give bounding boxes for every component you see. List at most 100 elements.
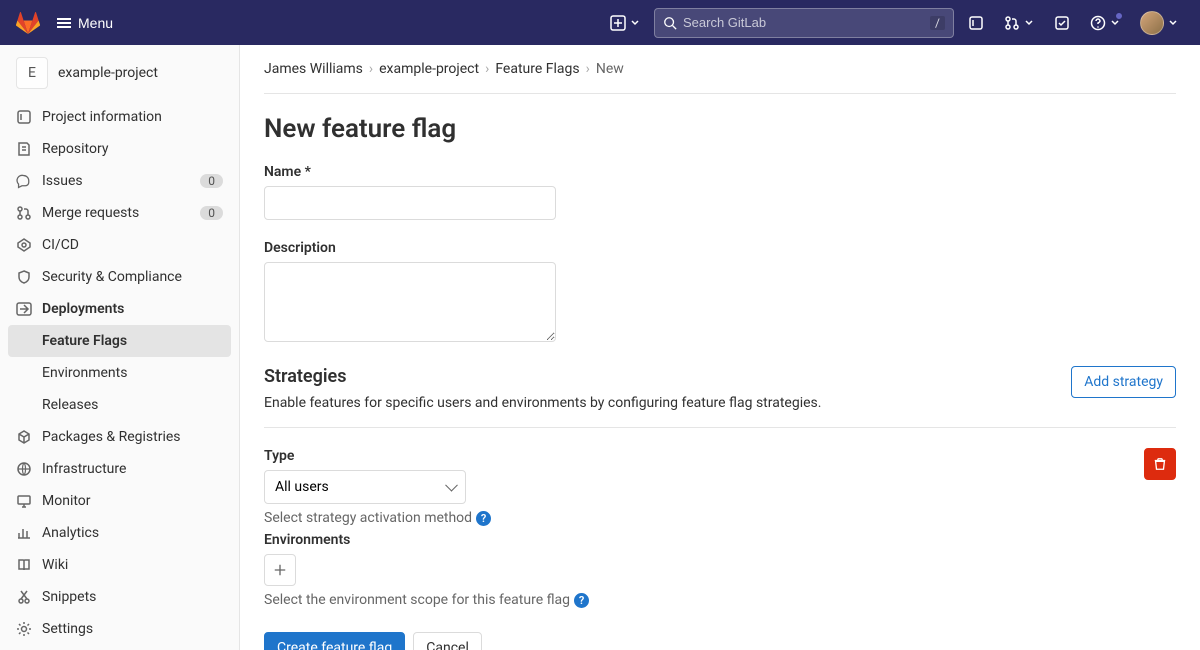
notification-dot	[1115, 12, 1123, 20]
name-input[interactable]	[264, 186, 556, 220]
sidebar-item-label: Security & Compliance	[42, 269, 223, 285]
menu-button[interactable]: Menu	[48, 9, 121, 37]
search-shortcut: /	[930, 16, 945, 30]
issues-icon	[16, 173, 32, 189]
sidebar-item-monitor[interactable]: Monitor	[0, 485, 239, 517]
cancel-button[interactable]: Cancel	[413, 632, 482, 650]
breadcrumb-link[interactable]: Feature Flags	[495, 61, 579, 77]
sidebar-item-ci-cd[interactable]: CI/CD	[0, 229, 239, 261]
search-box[interactable]: /	[654, 8, 954, 38]
help-icon	[1090, 15, 1106, 31]
sidebar-item-label: Repository	[42, 141, 223, 157]
repo-icon	[16, 141, 32, 157]
sidebar-item-project-information[interactable]: Project information	[0, 101, 239, 133]
delete-strategy-button[interactable]	[1144, 448, 1176, 480]
type-help-text: Select strategy activation method	[264, 510, 472, 526]
issue-icon	[968, 15, 984, 31]
sidebar-item-label: Releases	[42, 397, 223, 413]
submit-button[interactable]: Create feature flag	[264, 632, 405, 650]
snippets-icon	[16, 589, 32, 605]
menu-label: Menu	[78, 15, 113, 31]
chevron-down-icon	[1024, 18, 1034, 28]
sidebar-item-label: Environments	[42, 365, 223, 381]
breadcrumb-link[interactable]: James Williams	[264, 61, 363, 77]
settings-icon	[16, 621, 32, 637]
type-select[interactable]: All users	[264, 470, 466, 504]
sidebar-item-snippets[interactable]: Snippets	[0, 581, 239, 613]
chevron-right-icon: ›	[485, 61, 489, 77]
sidebar-item-settings[interactable]: Settings	[0, 613, 239, 645]
search-icon	[663, 16, 677, 30]
sidebar-item-issues[interactable]: Issues 0	[0, 165, 239, 197]
sidebar-subitem-releases[interactable]: Releases	[0, 389, 239, 421]
wiki-icon	[16, 557, 32, 573]
sidebar-item-label: Merge requests	[42, 205, 190, 221]
merge-icon	[16, 205, 32, 221]
help-icon[interactable]: ?	[476, 511, 491, 526]
count-badge: 0	[200, 174, 223, 188]
environments-label: Environments	[264, 532, 784, 548]
sidebar-item-deployments[interactable]: Deployments	[0, 293, 239, 325]
description-label: Description	[264, 240, 784, 256]
sidebar-item-analytics[interactable]: Analytics	[0, 517, 239, 549]
infra-icon	[16, 461, 32, 477]
breadcrumb: James Williams › example-project › Feature F…	[264, 61, 1176, 94]
deploy-icon	[16, 301, 32, 317]
todo-icon	[1054, 15, 1070, 31]
sidebar-item-wiki[interactable]: Wiki	[0, 549, 239, 581]
chevron-right-icon: ›	[586, 61, 590, 77]
sidebar: E example-project Project information Rep…	[0, 45, 240, 650]
sidebar-item-label: Packages & Registries	[42, 429, 223, 445]
merge-requests-shortcut[interactable]	[998, 9, 1040, 37]
plus-square-icon	[610, 15, 626, 31]
chevron-right-icon: ›	[369, 61, 373, 77]
sidebar-item-label: Deployments	[42, 301, 223, 317]
sidebar-item-label: Project information	[42, 109, 223, 125]
description-input[interactable]	[264, 262, 556, 342]
create-button[interactable]	[604, 9, 646, 37]
sidebar-item-label: Settings	[42, 621, 223, 637]
cicd-icon	[16, 237, 32, 253]
sidebar-item-label: CI/CD	[42, 237, 223, 253]
sidebar-item-label: Feature Flags	[42, 333, 215, 349]
gitlab-logo[interactable]	[16, 11, 40, 35]
trash-icon	[1153, 457, 1167, 471]
sidebar-subitem-feature-flags[interactable]: Feature Flags	[8, 325, 231, 357]
sidebar-item-label: Snippets	[42, 589, 223, 605]
todos-shortcut[interactable]	[1048, 9, 1076, 37]
chevron-down-icon	[630, 18, 640, 28]
sidebar-item-packages-registries[interactable]: Packages & Registries	[0, 421, 239, 453]
page-title: New feature flag	[264, 114, 1176, 144]
help-icon[interactable]: ?	[574, 593, 589, 608]
sidebar-item-label: Monitor	[42, 493, 223, 509]
project-name: example-project	[58, 65, 158, 81]
sidebar-item-label: Issues	[42, 173, 190, 189]
type-label: Type	[264, 448, 491, 464]
issues-shortcut[interactable]	[962, 9, 990, 37]
add-environment-button[interactable]	[264, 554, 296, 586]
sidebar-subitem-environments[interactable]: Environments	[0, 357, 239, 389]
strategies-description: Enable features for specific users and e…	[264, 395, 821, 411]
package-icon	[16, 429, 32, 445]
sidebar-item-security-compliance[interactable]: Security & Compliance	[0, 261, 239, 293]
search-input[interactable]	[683, 15, 930, 30]
user-menu[interactable]	[1134, 5, 1184, 41]
merge-icon	[1004, 15, 1020, 31]
sidebar-item-repository[interactable]: Repository	[0, 133, 239, 165]
breadcrumb-link[interactable]: example-project	[379, 61, 479, 77]
breadcrumb-current: New	[596, 61, 624, 77]
project-header[interactable]: E example-project	[0, 53, 239, 101]
plus-icon	[273, 563, 287, 577]
sidebar-item-merge-requests[interactable]: Merge requests 0	[0, 197, 239, 229]
shield-icon	[16, 269, 32, 285]
sidebar-item-label: Infrastructure	[42, 461, 223, 477]
help-button[interactable]	[1084, 9, 1126, 37]
sidebar-item-infrastructure[interactable]: Infrastructure	[0, 453, 239, 485]
sidebar-item-label: Wiki	[42, 557, 223, 573]
info-icon	[16, 109, 32, 125]
project-icon: E	[16, 57, 48, 89]
add-strategy-button[interactable]: Add strategy	[1071, 366, 1176, 398]
count-badge: 0	[200, 206, 223, 220]
chevron-down-icon	[1168, 18, 1178, 28]
avatar	[1140, 11, 1164, 35]
